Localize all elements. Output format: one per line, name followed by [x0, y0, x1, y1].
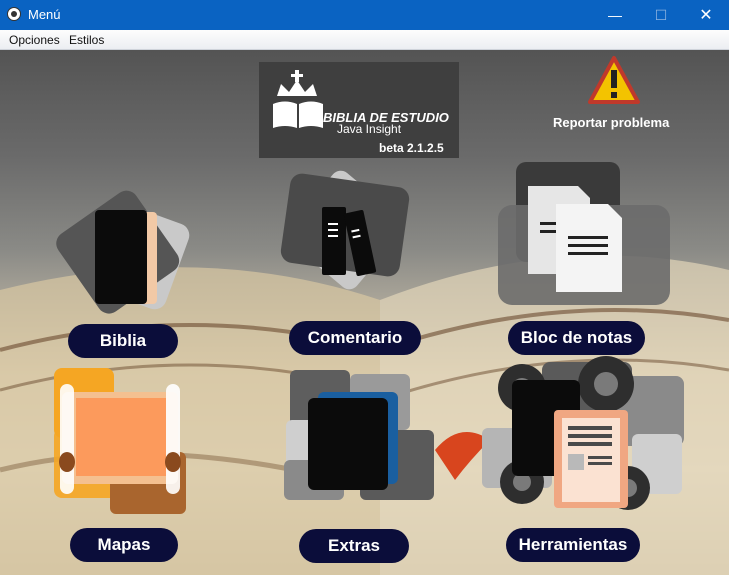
notes-icon[interactable]	[490, 160, 680, 320]
version-label: beta 2.1.2.5	[379, 141, 444, 155]
tile-herramientas-button[interactable]: Herramientas	[506, 528, 640, 562]
menu-opciones[interactable]: Opciones	[9, 33, 60, 47]
extras-book-icon[interactable]	[280, 370, 440, 510]
scroll-map-icon[interactable]	[40, 366, 200, 516]
tile-comentario-button[interactable]: Comentario	[289, 321, 421, 355]
main-window: Menú — ☐ ✕ Opciones Estilos BIBLIA DE ES…	[0, 0, 729, 575]
bible-book-icon[interactable]	[55, 190, 205, 314]
report-problem-label: Reportar problema	[553, 115, 670, 130]
close-button[interactable]: ✕	[683, 0, 729, 30]
tile-biblia-button[interactable]: Biblia	[68, 324, 178, 358]
books-icon[interactable]	[270, 165, 420, 305]
minimize-button[interactable]: —	[592, 0, 638, 30]
title-bar: Menú — ☐ ✕	[0, 0, 729, 30]
menu-estilos[interactable]: Estilos	[69, 33, 104, 47]
crown-bible-icon	[273, 70, 323, 128]
app-logo: BIBLIA DE ESTUDIO Java Insight beta 2.1.…	[259, 62, 459, 158]
window-title: Menú	[28, 7, 61, 22]
tile-mapas-button[interactable]: Mapas	[70, 528, 178, 562]
tile-extras-button[interactable]: Extras	[299, 529, 409, 563]
tools-gears-icon[interactable]	[482, 356, 684, 518]
report-problem-button[interactable]: Reportar problema	[548, 56, 688, 136]
logo-subtitle: Java Insight	[337, 122, 402, 136]
app-icon	[7, 7, 21, 21]
menu-content: BIBLIA DE ESTUDIO Java Insight beta 2.1.…	[0, 50, 729, 575]
menu-bar: Opciones Estilos	[0, 30, 729, 50]
tile-bloc-button[interactable]: Bloc de notas	[508, 321, 645, 355]
maximize-button[interactable]: ☐	[638, 0, 684, 30]
warning-icon	[588, 56, 640, 104]
